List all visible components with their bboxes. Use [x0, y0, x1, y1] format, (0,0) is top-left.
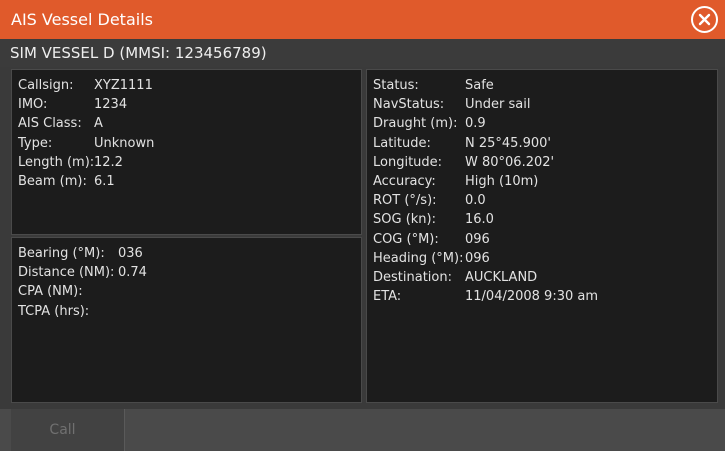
navigation-label: CPA (NM):	[18, 284, 83, 300]
status-label: Status:	[373, 78, 419, 93]
identity-value: 6.1	[94, 173, 115, 189]
identity-row: AIS Class: A	[18, 114, 361, 133]
identity-row: Callsign: XYZ1111	[18, 76, 361, 95]
identity-label: Beam (m):	[18, 173, 87, 189]
status-panel: Status: Safe NavStatus: Under sail Draught (…	[366, 69, 718, 403]
status-label: Longitude:	[373, 154, 443, 170]
status-row: Destination: AUCKLAND	[373, 268, 717, 287]
status-row: Latitude: N 25°45.900'	[373, 134, 717, 153]
navigation-label: TCPA (hrs):	[18, 303, 90, 319]
identity-value: 12.2	[94, 154, 123, 170]
status-row: Status: Safe	[373, 76, 717, 95]
navigation-row: Distance (NM): 0.74	[18, 263, 361, 282]
status-label: Destination:	[373, 269, 452, 285]
navigation-row: CPA (NM):	[18, 282, 361, 301]
status-value: 11/04/2008 9:30 am	[465, 289, 599, 305]
vessel-heading: SIM VESSEL D (MMSI: 123456789)	[0, 39, 725, 67]
status-label: Latitude:	[373, 135, 431, 151]
status-value: Safe	[465, 78, 494, 93]
title-bar: AIS Vessel Details	[0, 0, 725, 39]
call-button[interactable]: Call	[11, 409, 125, 451]
identity-label: AIS Class:	[18, 116, 82, 132]
status-row: NavStatus: Under sail	[373, 95, 717, 114]
status-value: High (10m)	[465, 173, 539, 189]
status-label: COG (°M):	[373, 231, 439, 247]
status-row: ETA: 11/04/2008 9:30 am	[373, 287, 717, 306]
status-value: 096	[465, 250, 490, 266]
status-value: 0.0	[465, 193, 486, 209]
identity-value: Unknown	[94, 135, 155, 151]
identity-row: Beam (m): 6.1	[18, 172, 361, 191]
identity-label: Type:	[18, 135, 53, 151]
status-row: COG (°M): 096	[373, 230, 717, 249]
identity-value: 1234	[94, 97, 128, 113]
identity-panel: Callsign: XYZ1111 IMO: 1234 AIS Class: A Type:…	[11, 69, 362, 235]
status-value: 16.0	[465, 212, 494, 228]
status-value: 096	[465, 231, 490, 247]
status-label: SOG (kn):	[373, 212, 436, 228]
navigation-value: 036	[118, 246, 143, 261]
window-title: AIS Vessel Details	[11, 10, 153, 29]
navigation-panel: Bearing (°M): 036 Distance (NM): 0.74 CPA (N…	[11, 237, 362, 403]
identity-value: XYZ1111	[94, 78, 153, 93]
status-label: NavStatus:	[373, 97, 445, 113]
identity-row: Length (m): 12.2	[18, 153, 361, 172]
status-label: Heading (°M):	[373, 250, 464, 266]
status-value: 0.9	[465, 116, 486, 132]
close-icon	[698, 13, 711, 26]
status-label: ETA:	[373, 289, 402, 305]
navigation-row: Bearing (°M): 036	[18, 244, 361, 263]
status-row: Heading (°M): 096	[373, 249, 717, 268]
navigation-label: Distance (NM):	[18, 265, 115, 281]
identity-label: Length (m):	[18, 154, 95, 170]
identity-row: IMO: 1234	[18, 95, 361, 114]
status-row: Longitude: W 80°06.202'	[373, 153, 717, 172]
navigation-label: Bearing (°M):	[18, 246, 105, 261]
status-value: W 80°06.202'	[465, 154, 555, 170]
status-row: Accuracy: High (10m)	[373, 172, 717, 191]
identity-value: A	[94, 116, 103, 132]
status-label: ROT (°/s):	[373, 193, 437, 209]
navigation-value: 0.74	[118, 265, 147, 281]
status-row: ROT (°/s): 0.0	[373, 191, 717, 210]
identity-label: Callsign:	[18, 78, 74, 93]
navigation-row: TCPA (hrs):	[18, 302, 361, 321]
status-label: Accuracy:	[373, 173, 436, 189]
action-bar: Call	[0, 409, 725, 451]
close-button[interactable]	[691, 6, 718, 33]
identity-label: IMO:	[18, 97, 48, 113]
status-value: Under sail	[465, 97, 531, 113]
status-value: AUCKLAND	[465, 269, 538, 285]
status-row: Draught (m): 0.9	[373, 114, 717, 133]
identity-row: Type: Unknown	[18, 134, 361, 153]
status-row: SOG (kn): 16.0	[373, 210, 717, 229]
status-label: Draught (m):	[373, 116, 458, 132]
status-value: N 25°45.900'	[465, 135, 551, 151]
